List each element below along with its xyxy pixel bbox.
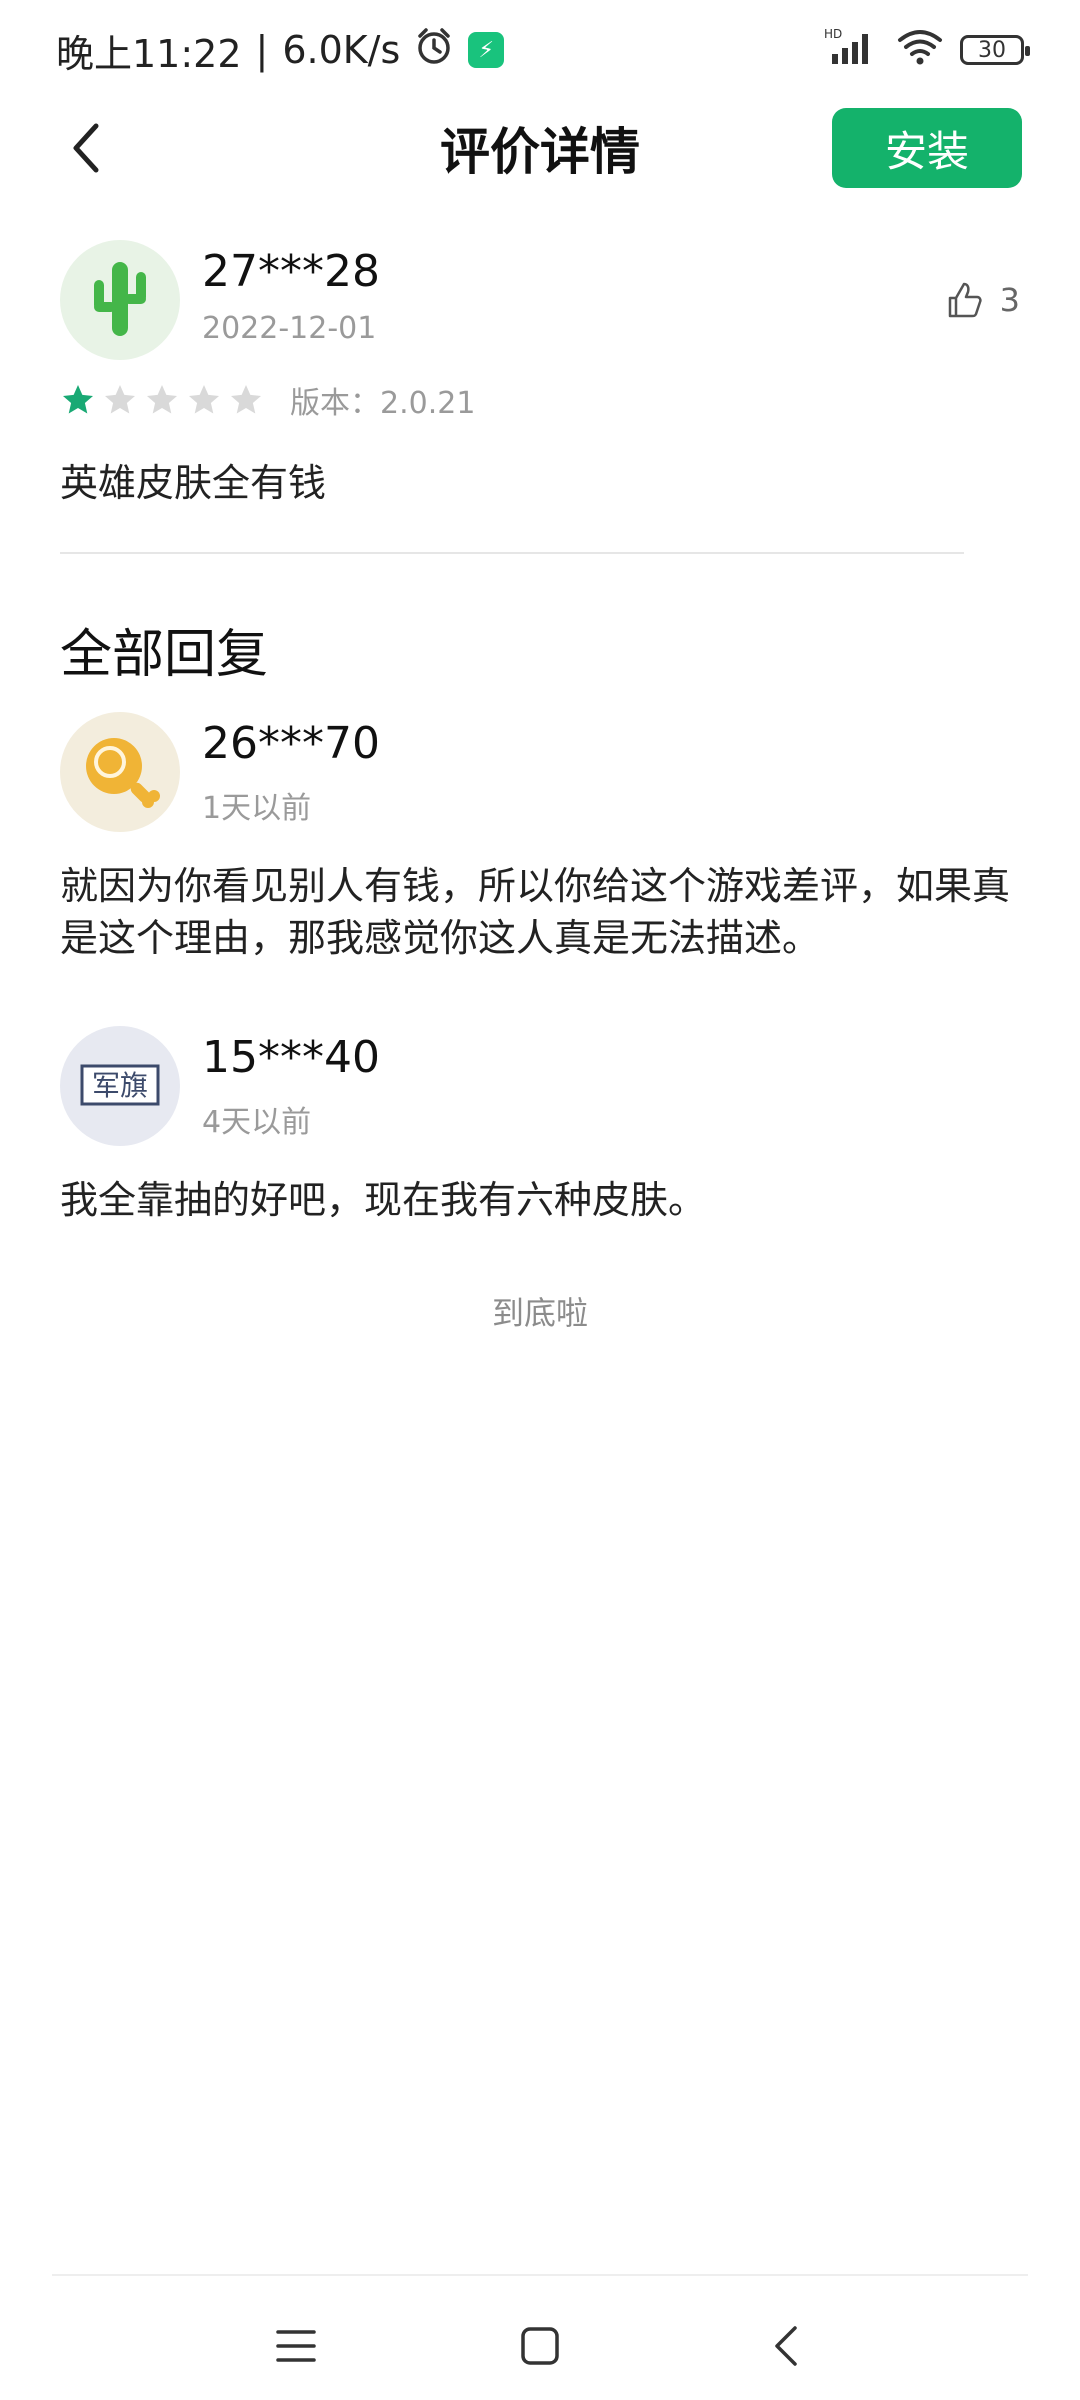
install-button[interactable]: 安装 — [832, 108, 1022, 188]
meat-icon — [86, 738, 160, 808]
avatar[interactable] — [60, 240, 180, 360]
end-of-list-text: 到底啦 — [491, 1294, 588, 1332]
menu-icon — [276, 2330, 316, 2362]
header-bar: 评价详情 安装 — [0, 100, 1080, 196]
reply-time: 1天以前 — [202, 791, 312, 826]
back-button[interactable] — [56, 118, 116, 178]
reply-user-row: 军旗 15***40 4天以前 — [60, 1026, 1020, 1146]
review-detail-page: 晚上11:22 | 6.0K/s ⚡ HD 30 评价详情 安装 27***28… — [0, 0, 1080, 2400]
star-icon — [147, 385, 177, 414]
review-user-row: 27***28 2022-12-01 — [60, 240, 1020, 360]
reply-user-row: 26***70 1天以前 — [60, 712, 1020, 832]
replies-title: 全部回复 — [60, 625, 269, 685]
star-icon — [105, 385, 135, 414]
like-count: 3 — [999, 281, 1020, 319]
network-label: HD — [824, 27, 842, 41]
review-card: 27***28 2022-12-01 3 版本：2.0.21 英雄皮肤全有钱 — [60, 240, 1020, 507]
home-icon — [521, 2327, 559, 2365]
review-user-meta: 27***28 2022-12-01 — [202, 246, 380, 346]
status-separator: | — [255, 28, 269, 72]
status-left: 晚上11:22 | 6.0K/s ⚡ — [56, 23, 505, 78]
reply-user-meta: 15***40 4天以前 — [202, 1032, 380, 1141]
star-icon — [189, 385, 219, 414]
reply-time: 4天以前 — [202, 1105, 312, 1140]
like-button[interactable]: 3 — [944, 280, 1020, 320]
reply-user-meta: 26***70 1天以前 — [202, 718, 380, 827]
star-rating — [60, 382, 264, 418]
avatar[interactable]: 军旗 — [60, 1026, 180, 1146]
reply-text: 就因为你看见别人有钱，所以你给这个游戏差评，如果真是这个理由，那我感觉你这人真是… — [60, 864, 1011, 960]
reply-item: 26***70 1天以前 就因为你看见别人有钱，所以你给这个游戏差评，如果真是这… — [60, 712, 1020, 964]
avatar[interactable] — [60, 712, 180, 832]
reply-username[interactable]: 15***40 — [202, 1032, 380, 1083]
reply-text: 我全靠抽的好吧，现在我有六种皮肤。 — [60, 1178, 707, 1222]
home-button[interactable] — [500, 2306, 580, 2386]
battery-icon: 30 — [960, 35, 1030, 65]
signal-icon: HD — [824, 26, 880, 75]
divider — [60, 552, 964, 554]
reply-item: 军旗 15***40 4天以前 我全靠抽的好吧，现在我有六种皮肤。 — [60, 1026, 1020, 1226]
review-text: 英雄皮肤全有钱 — [60, 461, 327, 505]
avatar-text: 军旗 — [92, 1069, 148, 1102]
nav-back-button[interactable] — [746, 2306, 826, 2386]
version-label: 版本：2.0.21 — [290, 386, 476, 421]
system-nav-bar — [0, 2276, 1080, 2400]
app-notification-icon: ⚡ — [468, 32, 505, 68]
status-speed: 6.0K/s — [282, 28, 401, 72]
menu-button[interactable] — [256, 2306, 336, 2386]
review-date: 2022-12-01 — [202, 311, 377, 346]
back-arrow-icon — [73, 123, 99, 173]
rating-row: 版本：2.0.21 — [60, 378, 1020, 422]
thumbs-up-icon — [948, 282, 982, 318]
cactus-icon — [94, 262, 146, 336]
back-arrow-icon — [775, 2326, 797, 2366]
wifi-icon — [896, 26, 944, 75]
status-bar: 晚上11:22 | 6.0K/s ⚡ HD 30 — [0, 0, 1080, 100]
review-username[interactable]: 27***28 — [202, 246, 380, 297]
status-right: HD 30 — [824, 26, 1030, 75]
star-icon — [63, 385, 93, 414]
star-icon — [231, 385, 261, 414]
reply-username[interactable]: 26***70 — [202, 718, 380, 769]
flag-text-icon: 军旗 — [80, 1064, 160, 1106]
alarm-icon — [414, 26, 454, 75]
battery-level: 30 — [978, 37, 1006, 63]
status-time: 晚上11:22 — [56, 31, 242, 76]
